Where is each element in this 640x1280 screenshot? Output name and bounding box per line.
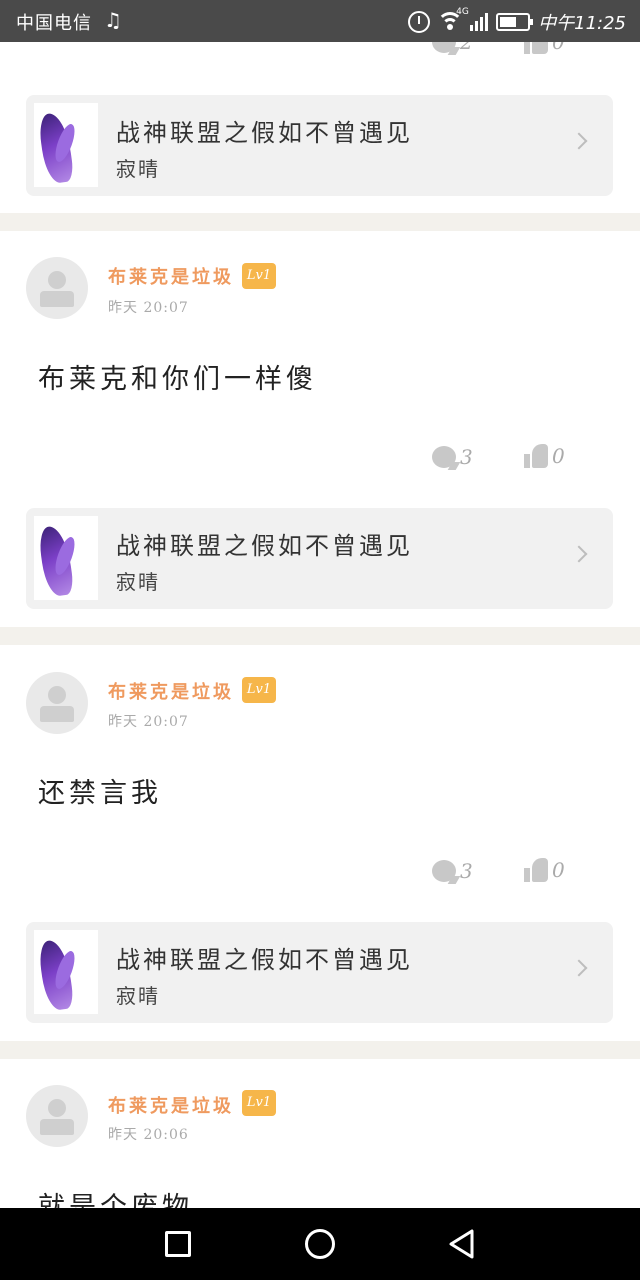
chevron-right-icon [570,132,588,150]
avatar[interactable] [26,257,88,319]
post-item: 布莱克是垃圾 Lv1 昨天 20:06 就是个废物 [0,1059,640,1208]
post-feed[interactable]: 2 0 战神联盟之假如不曾遇见 寂晴 布莱克是垃圾 Lv1 昨天 20:07 布… [0,42,640,1208]
username[interactable]: 布莱克是垃圾 [108,678,234,704]
carrier-name: 中国电信 [16,13,92,34]
status-bar: 中国电信 ♫ 4G 中午11:25 [0,0,640,42]
username[interactable]: 布莱克是垃圾 [108,263,234,289]
level-badge: Lv1 [242,263,276,289]
avatar[interactable] [26,1085,88,1147]
book-cover-image [34,930,98,1014]
like-count[interactable]: 0 [524,42,565,54]
system-nav-bar [0,1208,640,1280]
section-divider [0,213,640,231]
back-triangle-icon [449,1229,474,1259]
book-card[interactable]: 战神联盟之假如不曾遇见 寂晴 [26,508,613,609]
comment-icon [432,42,456,53]
avatar[interactable] [26,672,88,734]
battery-icon [496,13,534,31]
chevron-right-icon [570,959,588,977]
post-time: 昨天 20:07 [108,300,189,316]
book-author: 寂晴 [116,984,160,1008]
status-icons: 4G 中午11:25 [408,7,626,35]
level-badge: Lv1 [242,677,276,703]
level-badge: Lv1 [242,1090,276,1116]
like-count[interactable]: 0 [524,444,565,468]
comment-count[interactable]: 2 [432,42,473,54]
alarm-icon [408,11,431,33]
post-text[interactable]: 就是个废物 [38,1185,193,1208]
chevron-right-icon [570,545,588,563]
comment-icon [432,446,456,468]
like-count[interactable]: 0 [524,858,565,882]
comment-icon [432,860,456,882]
book-cover-image [34,516,98,600]
username[interactable]: 布莱克是垃圾 [108,1092,234,1118]
post-time: 昨天 20:06 [108,1127,189,1143]
book-author: 寂晴 [116,570,160,594]
thumbs-up-icon [524,858,548,882]
thumbs-up-icon [524,444,548,468]
section-divider [0,1041,640,1059]
book-author: 寂晴 [116,157,160,181]
home-button[interactable] [305,1229,335,1259]
book-title: 战神联盟之假如不曾遇见 [116,532,413,560]
section-divider [0,627,640,645]
book-title: 战神联盟之假如不曾遇见 [116,946,413,974]
book-card[interactable]: 战神联盟之假如不曾遇见 寂晴 [26,95,613,196]
book-title: 战神联盟之假如不曾遇见 [116,119,413,147]
network-type: 4G [456,7,469,17]
comment-count[interactable]: 3 [432,859,473,883]
post-text[interactable]: 还禁言我 [38,771,162,810]
comment-count[interactable]: 3 [432,445,473,469]
thumbs-up-icon [524,42,548,54]
post-time: 昨天 20:07 [108,714,189,730]
clock: 中午11:25 [538,13,626,34]
signal-icon: 4G [456,7,489,31]
post-text[interactable]: 布莱克和你们一样傻 [38,357,317,396]
music-icon: ♫ [104,8,122,32]
recents-button[interactable] [165,1231,191,1257]
book-cover-image [34,103,98,187]
book-card[interactable]: 战神联盟之假如不曾遇见 寂晴 [26,922,613,1023]
